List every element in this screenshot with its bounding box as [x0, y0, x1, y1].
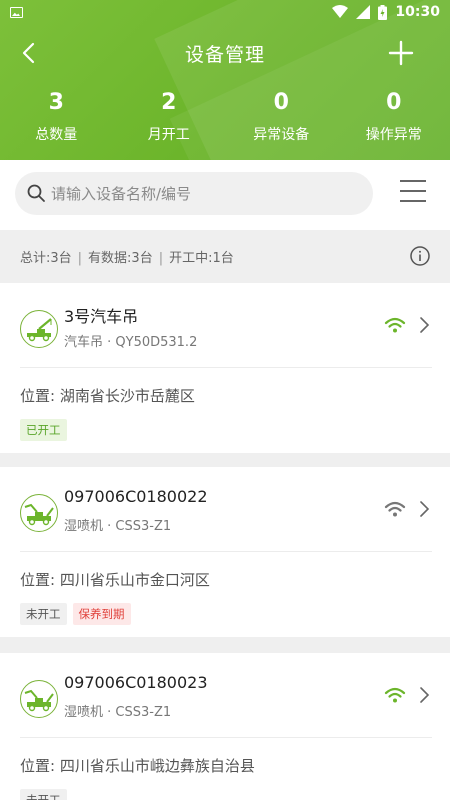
device-card-header[interactable]: 097006C0180022 湿喷机 · CSS3-Z1	[0, 467, 450, 551]
summary-bar: 总计:3台 | 有数据:3台 | 开工中:1台	[0, 235, 450, 277]
divider	[20, 367, 432, 368]
crane-truck-icon	[20, 310, 58, 348]
status-bar: 10:30	[0, 0, 450, 26]
battery-icon	[378, 4, 388, 20]
summary-has-data: 有数据:3台	[88, 251, 153, 266]
concrete-sprayer-icon	[20, 680, 58, 718]
search-input[interactable]	[51, 172, 361, 215]
device-name: 097006C0180023	[64, 673, 208, 692]
signal-icon	[356, 5, 371, 19]
stats-row: 3 总数量 2 月开工 0 异常设备 0 操作异常	[0, 88, 450, 154]
header: 10:30 设备管理 3 总数量 2 月开工 0 异常设备 0 操作异常	[0, 0, 450, 160]
wifi-icon	[384, 317, 406, 333]
status-badge-maintenance-due: 保养到期	[72, 603, 131, 625]
device-subtitle: 汽车吊 · QY50D531.2	[64, 335, 198, 350]
stat-operation-errors[interactable]: 0 操作异常	[338, 88, 450, 154]
chevron-right-icon	[420, 687, 430, 703]
summary-separator: |	[158, 251, 164, 266]
stat-value: 2	[161, 90, 177, 115]
page-title: 设备管理	[184, 44, 265, 66]
device-location: 位置: 湖南省长沙市岳麓区	[20, 387, 195, 405]
stat-abnormal-devices[interactable]: 0 异常设备	[225, 88, 338, 154]
clock: 10:30	[395, 4, 440, 20]
device-name: 3号汽车吊	[64, 307, 139, 326]
wifi-icon	[384, 687, 406, 703]
status-badge-idle: 未开工	[20, 789, 67, 800]
device-card-header[interactable]: 097006C0180023 湿喷机 · CSS3-Z1	[0, 653, 450, 737]
search-icon	[27, 184, 45, 202]
divider	[20, 737, 432, 738]
menu-line	[400, 190, 426, 192]
device-card: 097006C0180023 湿喷机 · CSS3-Z1 位置: 四川省乐山市峨…	[0, 653, 450, 800]
tag-list: 未开工 保养到期	[20, 603, 131, 625]
menu-icon[interactable]	[400, 180, 426, 206]
tag-list: 已开工	[20, 419, 67, 441]
image-notification-icon	[10, 7, 23, 18]
info-icon[interactable]	[409, 245, 431, 267]
stat-label: 操作异常	[365, 127, 422, 143]
summary-separator: |	[77, 251, 83, 266]
device-subtitle: 湿喷机 · CSS3-Z1	[64, 705, 172, 720]
stat-monthly-running[interactable]: 2 月开工	[113, 88, 226, 154]
device-location: 位置: 四川省乐山市峨边彝族自治县	[20, 757, 255, 775]
tag-list: 未开工	[20, 789, 67, 800]
summary-running: 开工中:1台	[169, 251, 234, 266]
device-card-header[interactable]: 3号汽车吊 汽车吊 · QY50D531.2	[0, 283, 450, 367]
search-box[interactable]	[15, 172, 373, 215]
device-location: 位置: 四川省乐山市金口河区	[20, 571, 210, 589]
menu-line	[400, 200, 426, 202]
status-badge-idle: 未开工	[20, 603, 67, 625]
stat-label: 异常设备	[253, 127, 310, 143]
stat-value: 0	[386, 90, 402, 115]
divider	[20, 551, 432, 552]
menu-line	[400, 180, 426, 182]
summary-text: 总计:3台 | 有数据:3台 | 开工中:1台	[20, 247, 234, 266]
stat-total[interactable]: 3 总数量	[0, 88, 113, 154]
concrete-sprayer-icon	[20, 494, 58, 532]
search-row	[0, 160, 450, 230]
title-bar: 设备管理	[0, 30, 450, 78]
stat-value: 3	[48, 90, 64, 115]
stat-value: 0	[273, 90, 289, 115]
wifi-status-icon	[332, 5, 349, 18]
chevron-right-icon	[420, 317, 430, 333]
device-subtitle: 湿喷机 · CSS3-Z1	[64, 519, 172, 534]
device-card: 097006C0180022 湿喷机 · CSS3-Z1 位置: 四川省乐山市金…	[0, 467, 450, 637]
chevron-right-icon	[420, 501, 430, 517]
device-card: 3号汽车吊 汽车吊 · QY50D531.2 位置: 湖南省长沙市岳麓区 已开工	[0, 283, 450, 453]
device-name: 097006C0180022	[64, 487, 208, 506]
status-badge-running: 已开工	[20, 419, 67, 441]
stat-label: 月开工	[147, 127, 190, 143]
stat-label: 总数量	[35, 127, 78, 143]
wifi-icon	[384, 501, 406, 517]
plus-icon[interactable]	[386, 38, 416, 68]
summary-total: 总计:3台	[20, 251, 72, 266]
